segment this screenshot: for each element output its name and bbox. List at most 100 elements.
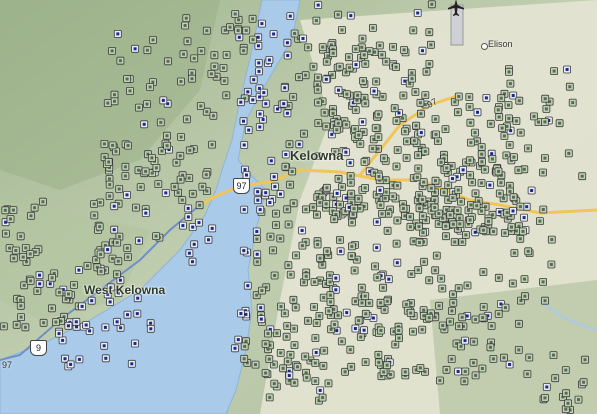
listing-marker-dot: [316, 243, 320, 246]
listing-marker-dot: [145, 102, 149, 106]
listing-marker-dot: [267, 357, 271, 361]
listing-marker-dot: [507, 70, 511, 74]
listing-marker-dot: [541, 208, 545, 211]
listing-marker-dot: [565, 68, 569, 71]
listing-marker-dot: [258, 125, 262, 129]
listing-marker-dot: [191, 260, 194, 264]
listing-marker-dot: [64, 297, 68, 301]
listing-marker-dot: [136, 296, 140, 300]
listing-marker-dot: [191, 192, 195, 196]
listing-marker-dot: [33, 206, 37, 210]
listing-marker-dot: [337, 177, 340, 181]
listing-marker-dot: [380, 53, 384, 57]
listing-marker-dot: [410, 77, 414, 81]
listing-marker-dot: [383, 308, 387, 312]
listing-marker-dot: [444, 224, 448, 228]
listing-marker-dot: [92, 213, 96, 217]
listing-marker-dot: [255, 237, 259, 241]
listing-marker-dot: [126, 255, 130, 259]
map-canvas[interactable]: Kelowna West Kelowna Elison 97 97 9 97: [0, 0, 597, 414]
listing-marker-dot: [322, 349, 326, 353]
listing-marker-dot: [325, 60, 329, 64]
listing-marker-dot: [283, 311, 287, 315]
listing-marker-dot: [384, 60, 388, 64]
listing-marker-dot: [421, 231, 425, 235]
listing-marker-dot: [222, 79, 226, 83]
elison-label[interactable]: Elison: [488, 39, 513, 49]
listing-marker-dot: [148, 85, 152, 89]
listing-marker-dot: [29, 279, 33, 283]
listing-marker-dot: [135, 312, 139, 316]
listing-marker-dot: [285, 111, 289, 115]
listing-marker-dot: [77, 357, 81, 361]
listing-marker-dot: [394, 65, 398, 69]
listing-marker-dot: [348, 161, 352, 165]
listing-marker-dot: [382, 156, 386, 160]
listing-marker-dot: [418, 366, 422, 370]
listing-marker-dot: [255, 252, 259, 256]
listing-marker-dot: [364, 312, 368, 316]
kelowna-label[interactable]: Kelowna: [290, 148, 343, 163]
listing-marker-dot: [363, 160, 366, 164]
listing-marker-dot: [272, 363, 276, 366]
listing-marker-dot: [237, 18, 241, 22]
listing-marker-dot: [414, 124, 418, 128]
listing-marker-dot: [416, 11, 420, 15]
listing-marker-dot: [379, 203, 382, 207]
listing-marker-dot: [325, 186, 329, 190]
listing-marker-dot: [118, 278, 122, 282]
listing-marker-dot: [442, 190, 446, 194]
listing-marker-dot: [451, 301, 455, 305]
listing-marker-dot: [279, 351, 283, 355]
listing-marker-dot: [178, 154, 182, 158]
listing-marker-dot: [300, 244, 304, 248]
listing-marker-dot: [185, 117, 189, 121]
listing-marker-dot: [353, 269, 357, 272]
listing-marker-dot: [244, 339, 248, 343]
listing-marker-dot: [427, 278, 431, 282]
listing-marker-dot: [304, 274, 308, 278]
listing-marker-dot: [54, 320, 58, 324]
listing-marker-dot: [316, 76, 320, 79]
listing-marker-dot: [98, 225, 102, 229]
listing-marker-dot: [61, 338, 65, 342]
airplane-icon[interactable]: [446, 0, 466, 18]
listing-marker-dot: [545, 385, 549, 389]
listing-marker-dot: [321, 364, 325, 368]
listing-marker-dot: [165, 134, 169, 138]
listing-marker-dot: [349, 365, 353, 369]
listing-marker-dot: [86, 264, 89, 268]
listing-marker-dot: [411, 330, 415, 334]
listing-marker-dot: [285, 41, 289, 45]
listing-marker-dot: [468, 173, 472, 177]
listing-marker-dot: [175, 161, 178, 165]
listing-marker-dot: [582, 380, 586, 384]
listing-marker-dot: [468, 158, 472, 162]
listing-marker-dot: [244, 312, 248, 316]
listing-marker-dot: [261, 118, 265, 121]
listing-marker-dot: [525, 372, 529, 376]
listing-marker-dot: [361, 120, 364, 124]
listing-marker-dot: [491, 357, 495, 361]
listing-marker-dot: [417, 225, 421, 229]
listing-marker-dot: [316, 88, 320, 92]
listing-marker-dot: [377, 360, 381, 364]
listing-marker-dot: [324, 202, 328, 206]
listing-marker-dot: [77, 268, 81, 272]
listing-marker-dot: [553, 376, 557, 380]
listing-marker-dot: [499, 181, 503, 185]
listing-marker-dot: [215, 75, 219, 79]
listing-marker-dot: [419, 131, 423, 135]
west-kelowna-label[interactable]: West Kelowna: [84, 283, 165, 297]
listing-marker-dot: [108, 183, 112, 187]
listing-marker-dot: [285, 324, 289, 328]
listing-marker-dot: [186, 215, 190, 219]
listing-marker-dot: [279, 192, 282, 196]
listing-marker-dot: [526, 249, 530, 253]
listing-marker-dot: [84, 323, 88, 327]
listing-marker-dot: [69, 362, 73, 366]
listing-marker-dot: [126, 313, 129, 317]
listing-marker-dot: [344, 123, 348, 127]
listing-marker-dot: [267, 58, 271, 62]
listing-marker-dot: [550, 238, 554, 242]
